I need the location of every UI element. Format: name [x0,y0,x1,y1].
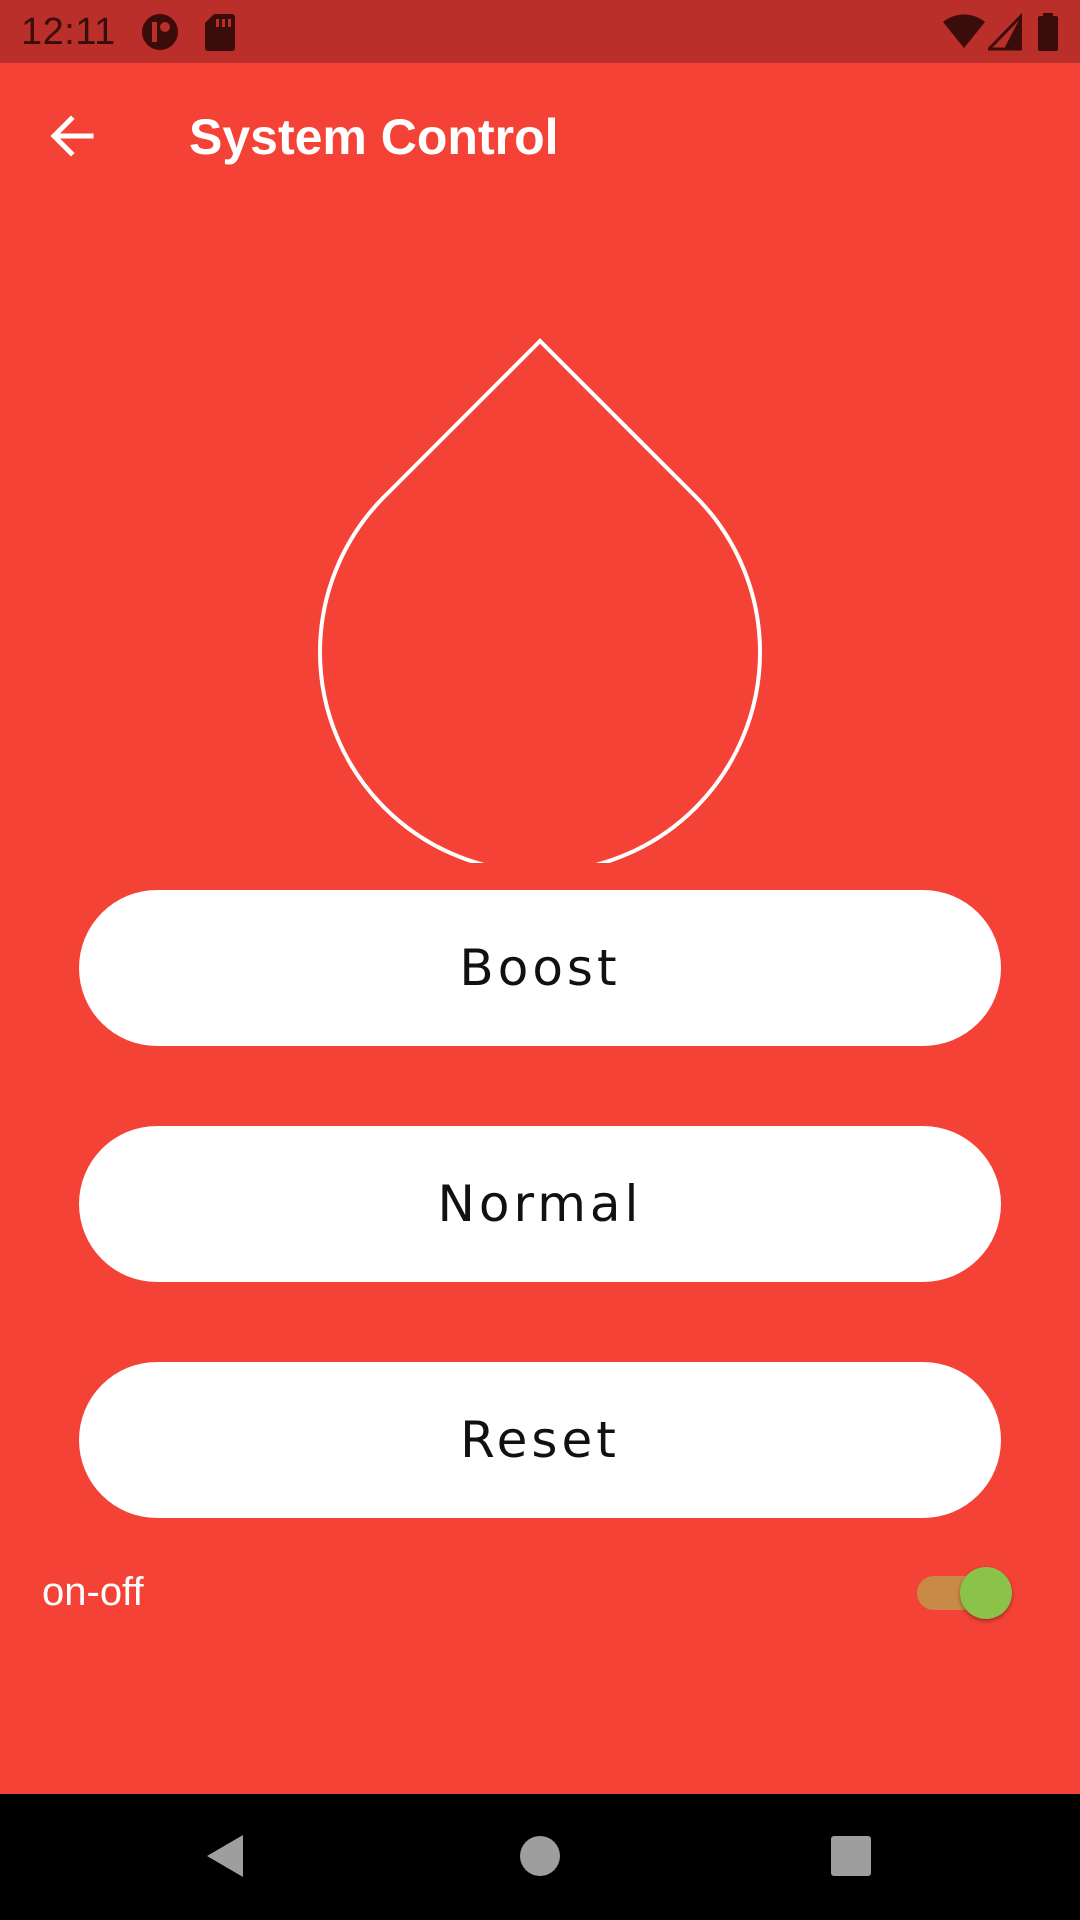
wifi-icon [942,12,986,57]
nav-home-button[interactable] [500,1818,580,1898]
status-bar: 12:11 [0,0,1080,63]
water-drop-icon [318,337,762,875]
page-title: System Control [189,109,559,165]
nav-back-icon [201,1831,251,1886]
nav-recents-button[interactable] [811,1818,891,1898]
app-notification-icon [140,12,180,57]
switch-label: on-off [42,1570,144,1614]
arrow-back-icon [47,111,97,166]
on-off-switch[interactable] [917,1567,1013,1619]
app-bar: System Control [0,63,1080,210]
nav-back-button[interactable] [186,1818,266,1898]
nav-home-icon [518,1834,562,1883]
reset-button[interactable]: Reset [79,1362,1001,1518]
back-button[interactable] [34,100,110,176]
boost-button[interactable]: Boost [79,890,1001,1046]
sd-card-icon [204,12,236,57]
switch-thumb[interactable] [960,1567,1012,1619]
cell-signal-icon [985,12,1023,57]
navigation-bar [0,1794,1080,1920]
normal-button[interactable]: Normal [79,1126,1001,1282]
nav-recents-icon [830,1835,872,1882]
status-time: 12:11 [21,11,116,53]
battery-icon [1036,12,1060,57]
